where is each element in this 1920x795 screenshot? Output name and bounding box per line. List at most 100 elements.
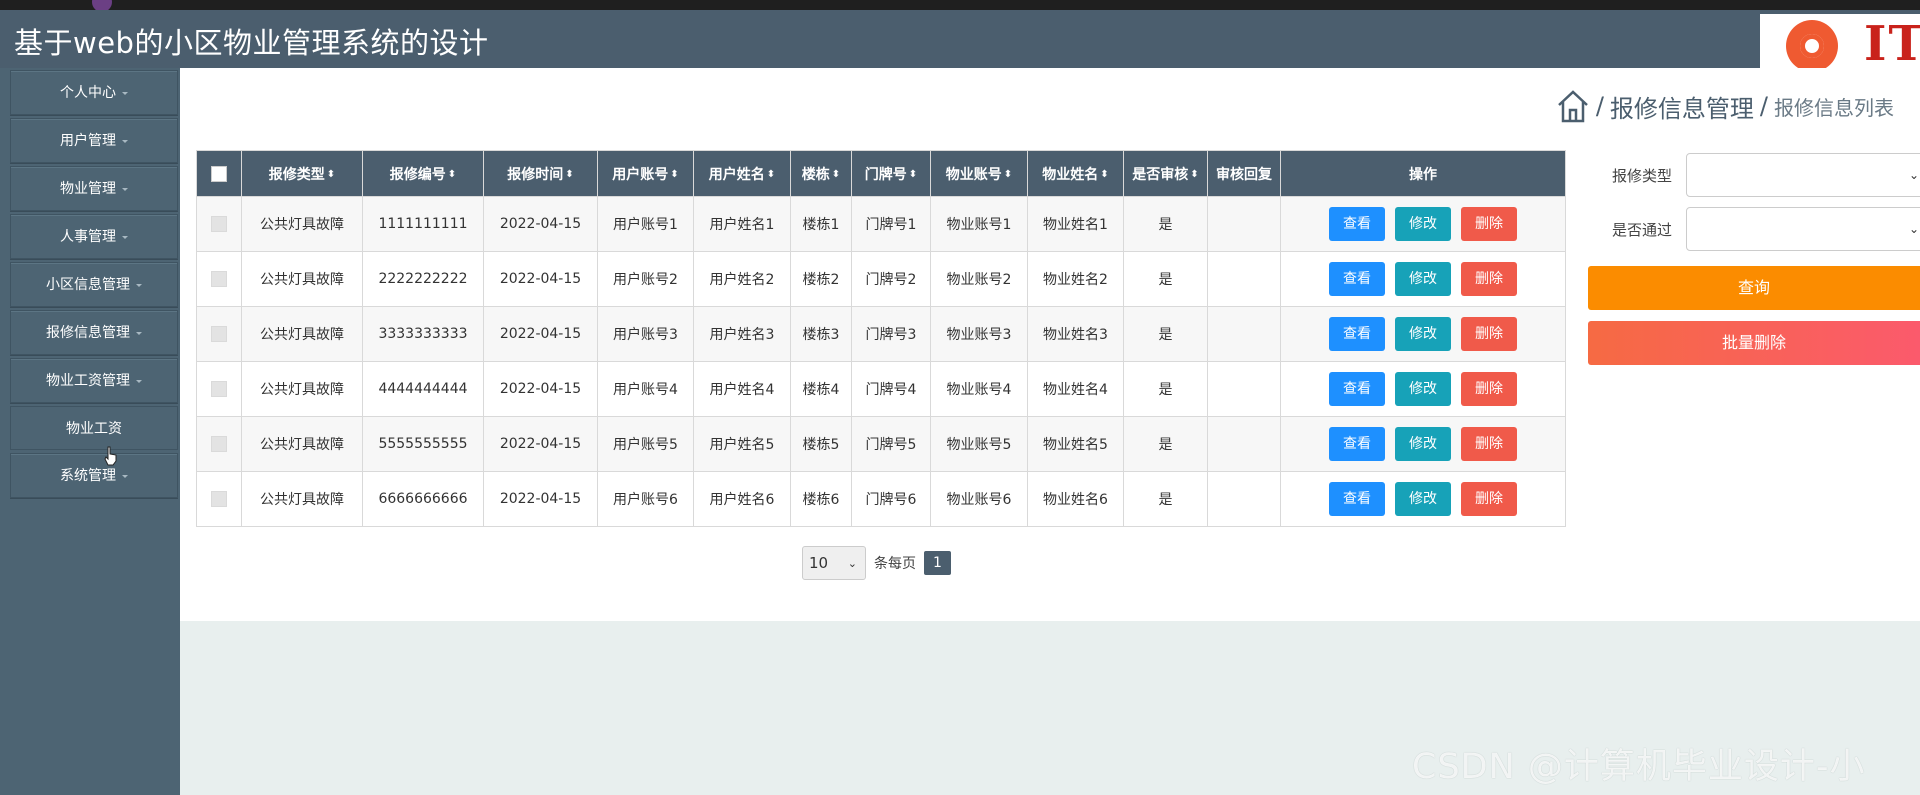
chevron-down-icon: ⌄ xyxy=(1908,168,1919,182)
sort-icon: ⬍ xyxy=(326,169,336,180)
sidebar-item-personal-center[interactable]: 个人中心 xyxy=(10,70,178,115)
column-header[interactable]: 物业姓名 ⬍ xyxy=(1027,150,1124,197)
repair-type-select[interactable]: ⌄ xyxy=(1686,153,1920,197)
sort-icon: ⬍ xyxy=(1100,169,1109,180)
table-cell: 楼栋2 xyxy=(790,251,852,307)
delete-button[interactable]: 删除 xyxy=(1461,482,1517,516)
table-cell: 物业姓名6 xyxy=(1027,471,1124,527)
sort-icon: ⬍ xyxy=(1190,169,1199,180)
table-cell: 门牌号3 xyxy=(851,306,931,362)
breadcrumb-separator: / xyxy=(1595,92,1604,120)
table-cell: 门牌号1 xyxy=(851,196,931,252)
caret-down-icon xyxy=(136,379,142,383)
column-header-label: 报修时间 xyxy=(507,166,564,183)
view-button[interactable]: 查看 xyxy=(1329,427,1385,461)
table-cell: 公共灯具故障 xyxy=(241,306,363,362)
table-cell: 楼栋6 xyxy=(790,471,852,527)
table-cell: 3333333333 xyxy=(362,306,484,362)
table-cell: 是 xyxy=(1123,361,1208,417)
sidebar-item-salary-management[interactable]: 物业工资管理 xyxy=(10,358,178,403)
sidebar: 个人中心 用户管理 物业管理 人事管理 小区信息管理 报修信息管理 物业工资管理… xyxy=(0,68,180,795)
view-button[interactable]: 查看 xyxy=(1329,372,1385,406)
table-cell xyxy=(1207,416,1281,472)
chevron-down-icon: ⌄ xyxy=(847,556,857,570)
approved-select[interactable]: ⌄ xyxy=(1686,207,1920,251)
table-cell: 物业姓名1 xyxy=(1027,196,1124,252)
select-all-checkbox[interactable] xyxy=(211,165,227,182)
view-button[interactable]: 查看 xyxy=(1329,262,1385,296)
column-header-label: 物业账号 xyxy=(945,166,1002,183)
sidebar-item-hr-management[interactable]: 人事管理 xyxy=(10,214,178,259)
column-header[interactable]: 楼栋 ⬍ xyxy=(790,150,852,197)
delete-button[interactable]: 删除 xyxy=(1461,427,1517,461)
delete-button[interactable]: 删除 xyxy=(1461,372,1517,406)
table-cell: 物业账号4 xyxy=(930,361,1028,417)
per-page-label: 条每页 xyxy=(874,556,916,572)
breadcrumb-item[interactable]: 报修信息管理 xyxy=(1610,89,1754,124)
delete-button[interactable]: 删除 xyxy=(1461,207,1517,241)
actions-cell: 查看 修改 删除 xyxy=(1280,361,1566,417)
sidebar-item-label: 人事管理 xyxy=(60,229,116,245)
row-checkbox[interactable] xyxy=(211,381,227,397)
view-button[interactable]: 查看 xyxy=(1329,207,1385,241)
select-all-header xyxy=(196,150,242,197)
edit-button[interactable]: 修改 xyxy=(1395,427,1451,461)
edit-button[interactable]: 修改 xyxy=(1395,482,1451,516)
column-header[interactable]: 门牌号 ⬍ xyxy=(851,150,931,197)
row-select-cell xyxy=(196,471,242,527)
edit-button[interactable]: 修改 xyxy=(1395,262,1451,296)
sidebar-item-user-management[interactable]: 用户管理 xyxy=(10,118,178,163)
batch-delete-button[interactable]: 批量删除 xyxy=(1588,321,1920,365)
sort-icon: ⬍ xyxy=(1003,169,1013,180)
caret-down-icon xyxy=(122,474,128,478)
page-number-current[interactable]: 1 xyxy=(924,551,951,575)
table-cell: 物业账号1 xyxy=(930,196,1028,252)
caret-down-icon xyxy=(122,91,128,95)
app-title: 基于web的小区物业管理系统的设计 xyxy=(14,26,489,60)
sidebar-item-repair-info[interactable]: 报修信息管理 xyxy=(10,310,178,355)
view-button[interactable]: 查看 xyxy=(1329,482,1385,516)
column-header[interactable]: 报修时间 ⬍ xyxy=(483,150,598,197)
row-select-cell xyxy=(196,196,242,252)
query-button[interactable]: 查询 xyxy=(1588,266,1920,310)
table-cell: 2022-04-15 xyxy=(483,196,598,252)
table-cell: 5555555555 xyxy=(362,416,484,472)
repair-type-label: 报修类型 xyxy=(1612,167,1673,185)
row-checkbox[interactable] xyxy=(211,491,227,507)
delete-button[interactable]: 删除 xyxy=(1461,262,1517,296)
column-header[interactable]: 用户账号 ⬍ xyxy=(597,150,694,197)
row-checkbox[interactable] xyxy=(211,436,227,452)
delete-button[interactable]: 删除 xyxy=(1461,317,1517,351)
table-cell: 用户账号5 xyxy=(597,416,694,472)
page-size-select[interactable]: 10 ⌄ xyxy=(802,546,866,580)
column-header[interactable]: 报修编号 ⬍ xyxy=(362,150,484,197)
table-cell: 物业姓名4 xyxy=(1027,361,1124,417)
table-cell: 用户账号1 xyxy=(597,196,694,252)
view-button[interactable]: 查看 xyxy=(1329,317,1385,351)
sidebar-item-system-management[interactable]: 系统管理 xyxy=(10,453,178,498)
edit-button[interactable]: 修改 xyxy=(1395,372,1451,406)
row-checkbox[interactable] xyxy=(211,271,227,287)
row-checkbox[interactable] xyxy=(211,326,227,342)
row-checkbox[interactable] xyxy=(211,216,227,232)
sidebar-item-community-info[interactable]: 小区信息管理 xyxy=(10,262,178,307)
table-cell: 是 xyxy=(1123,471,1208,527)
breadcrumb: / 报修信息管理 / 报修信息列表 xyxy=(1556,86,1894,126)
breadcrumb-separator: / xyxy=(1759,92,1768,120)
caret-down-icon xyxy=(136,283,142,287)
column-header[interactable]: 物业账号 ⬍ xyxy=(930,150,1028,197)
sidebar-item-property-management[interactable]: 物业管理 xyxy=(10,166,178,211)
home-icon[interactable] xyxy=(1556,88,1590,124)
column-header[interactable]: 报修类型 ⬍ xyxy=(241,150,363,197)
column-header[interactable]: 是否审核 ⬍ xyxy=(1123,150,1208,197)
column-header[interactable]: 用户姓名 ⬍ xyxy=(693,150,791,197)
table-cell: 2022-04-15 xyxy=(483,416,598,472)
site-logo: IT xyxy=(1760,14,1920,70)
table-cell: 公共灯具故障 xyxy=(241,471,363,527)
edit-button[interactable]: 修改 xyxy=(1395,207,1451,241)
chevron-down-icon: ⌄ xyxy=(1908,222,1919,236)
sort-icon: ⬍ xyxy=(908,169,918,180)
column-header-label: 楼栋 xyxy=(801,166,830,183)
edit-button[interactable]: 修改 xyxy=(1395,317,1451,351)
sidebar-subitem-salary[interactable]: 物业工资 xyxy=(10,406,178,450)
